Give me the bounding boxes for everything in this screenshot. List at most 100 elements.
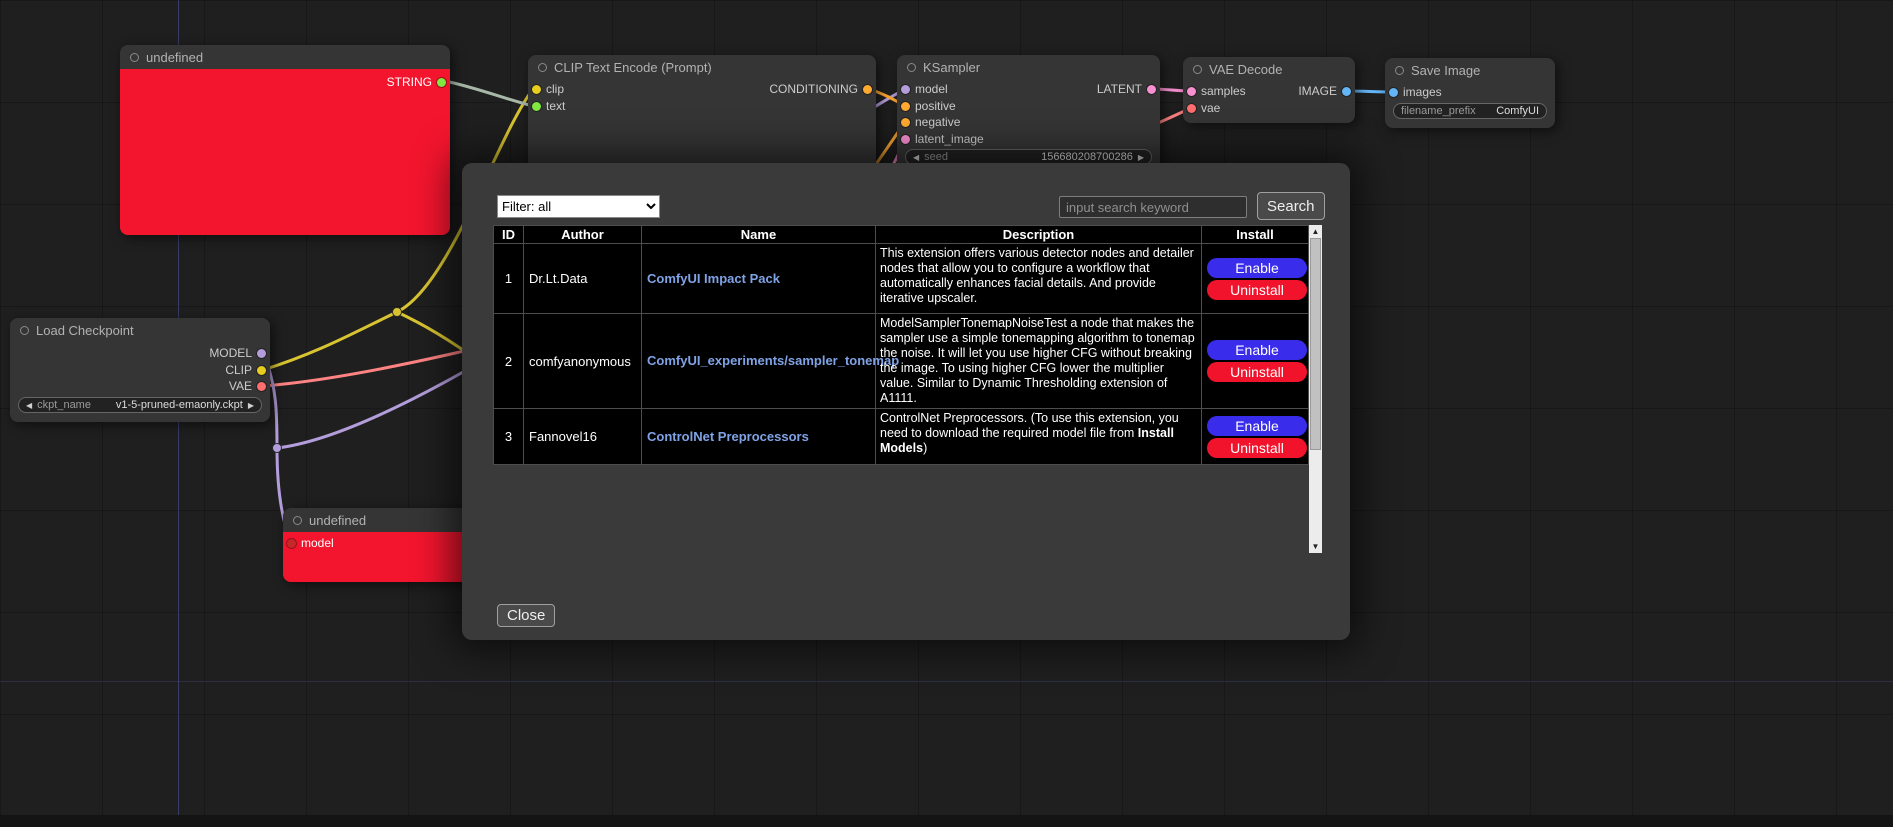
output-slot-conditioning[interactable]: CONDITIONING xyxy=(769,81,872,97)
filter-select[interactable]: Filter: all xyxy=(497,195,660,218)
node-title-bar[interactable]: Load Checkpoint xyxy=(10,318,270,342)
slot-label: negative xyxy=(915,115,960,129)
string-port-icon[interactable] xyxy=(532,102,541,111)
clip-port-icon[interactable] xyxy=(257,366,266,375)
node-title: undefined xyxy=(309,513,366,528)
conditioning-port-icon[interactable] xyxy=(863,85,872,94)
input-slot-model[interactable]: model xyxy=(287,535,334,551)
latent-port-icon[interactable] xyxy=(1187,87,1196,96)
seed-increment-icon[interactable]: ▶ xyxy=(1138,153,1144,162)
collapse-dot-icon[interactable] xyxy=(293,516,302,525)
wire-string xyxy=(445,81,533,106)
conditioning-port-icon[interactable] xyxy=(901,118,910,127)
widget-value: v1-5-pruned-emaonly.ckpt xyxy=(116,399,243,411)
row-description: This extension offers various detector n… xyxy=(876,244,1202,314)
search-button[interactable]: Search xyxy=(1257,192,1325,220)
conditioning-port-icon[interactable] xyxy=(901,102,910,111)
uninstall-button[interactable]: Uninstall xyxy=(1207,280,1307,300)
output-slot-clip[interactable]: CLIP xyxy=(225,362,266,378)
input-slot-negative[interactable]: negative xyxy=(901,114,960,130)
string-port-icon[interactable] xyxy=(437,78,446,87)
collapse-dot-icon[interactable] xyxy=(20,326,29,335)
scrollbar-thumb[interactable] xyxy=(1310,238,1321,450)
image-port-icon[interactable] xyxy=(1389,88,1398,97)
node-title-bar[interactable]: Save Image xyxy=(1385,58,1555,82)
close-button[interactable]: Close xyxy=(497,604,555,627)
node-clip-text-encode[interactable]: CLIP Text Encode (Prompt) clip text COND… xyxy=(528,55,876,175)
output-slot-string[interactable]: STRING xyxy=(387,74,446,90)
model-port-icon[interactable] xyxy=(901,85,910,94)
node-ksampler[interactable]: KSampler model positive negative latent_… xyxy=(897,55,1160,170)
output-slot-latent[interactable]: LATENT xyxy=(1097,81,1156,97)
image-port-icon[interactable] xyxy=(1342,87,1351,96)
model-port-icon[interactable] xyxy=(287,539,296,548)
input-slot-clip[interactable]: clip xyxy=(532,81,564,97)
seed-decrement-icon[interactable]: ◀ xyxy=(913,153,919,162)
latent-port-icon[interactable] xyxy=(901,135,910,144)
slot-label: MODEL xyxy=(209,346,252,360)
collapse-dot-icon[interactable] xyxy=(1395,66,1404,75)
input-slot-model[interactable]: model xyxy=(901,81,948,97)
node-title-bar[interactable]: undefined xyxy=(283,508,473,532)
node-title: undefined xyxy=(146,50,203,65)
enable-button[interactable]: Enable xyxy=(1207,416,1307,436)
node-vae-decode[interactable]: VAE Decode samples vae IMAGE xyxy=(1183,57,1355,123)
collapse-dot-icon[interactable] xyxy=(907,63,916,72)
input-slot-images[interactable]: images xyxy=(1389,84,1442,100)
table-scrollbar[interactable]: ▲ ▼ xyxy=(1309,225,1322,553)
uninstall-button[interactable]: Uninstall xyxy=(1207,438,1307,458)
node-title: KSampler xyxy=(923,60,980,75)
widget-name: seed xyxy=(924,151,948,163)
node-body: STRING xyxy=(120,69,450,235)
clip-port-icon[interactable] xyxy=(532,85,541,94)
ckpt-name-widget[interactable]: ◀ ckpt_name v1-5-pruned-emaonly.ckpt ▶ xyxy=(18,397,262,413)
node-title-bar[interactable]: KSampler xyxy=(897,55,1160,79)
node-body: model xyxy=(283,532,473,582)
widget-value: ComfyUI xyxy=(1496,105,1539,117)
vae-port-icon[interactable] xyxy=(1187,104,1196,113)
input-slot-text[interactable]: text xyxy=(532,98,565,114)
uninstall-button[interactable]: Uninstall xyxy=(1207,362,1307,382)
slot-label: samples xyxy=(1201,84,1246,98)
extension-link[interactable]: ControlNet Preprocessors xyxy=(647,429,809,444)
table-header-row: IDAuthorNameDescriptionInstall xyxy=(494,226,1309,244)
output-slot-image[interactable]: IMAGE xyxy=(1298,83,1351,99)
filename-prefix-widget[interactable]: filename_prefix ComfyUI xyxy=(1393,103,1547,119)
extension-link[interactable]: ComfyUI_experiments/sampler_tonemap xyxy=(647,353,899,368)
row-description: ModelSamplerTonemapNoiseTest a node that… xyxy=(876,314,1202,409)
slot-label: positive xyxy=(915,99,956,113)
enable-button[interactable]: Enable xyxy=(1207,258,1307,278)
row-description: ControlNet Preprocessors. (To use this e… xyxy=(876,409,1202,465)
slot-label: clip xyxy=(546,82,564,96)
input-slot-latent-image[interactable]: latent_image xyxy=(901,131,984,147)
node-undefined-top[interactable]: undefined STRING xyxy=(120,45,450,235)
extension-link[interactable]: ComfyUI Impact Pack xyxy=(647,271,780,286)
input-slot-vae[interactable]: vae xyxy=(1187,100,1220,116)
node-title: CLIP Text Encode (Prompt) xyxy=(554,60,712,75)
collapse-dot-icon[interactable] xyxy=(1193,65,1202,74)
reroute-dot-clip xyxy=(393,308,402,317)
node-title-bar[interactable]: CLIP Text Encode (Prompt) xyxy=(528,55,876,79)
collapse-dot-icon[interactable] xyxy=(130,53,139,62)
scroll-up-icon[interactable]: ▲ xyxy=(1309,225,1322,238)
node-undefined-bottom[interactable]: undefined model xyxy=(283,508,473,582)
ckpt-prev-icon[interactable]: ◀ xyxy=(26,401,32,410)
output-slot-model[interactable]: MODEL xyxy=(209,345,266,361)
scroll-down-icon[interactable]: ▼ xyxy=(1309,540,1322,553)
collapse-dot-icon[interactable] xyxy=(538,63,547,72)
node-title-bar[interactable]: undefined xyxy=(120,45,450,69)
ckpt-next-icon[interactable]: ▶ xyxy=(248,401,254,410)
latent-port-icon[interactable] xyxy=(1147,85,1156,94)
input-slot-samples[interactable]: samples xyxy=(1187,83,1246,99)
search-input[interactable] xyxy=(1059,196,1247,218)
enable-button[interactable]: Enable xyxy=(1207,340,1307,360)
row-name: ComfyUI Impact Pack xyxy=(642,244,876,314)
model-port-icon[interactable] xyxy=(257,349,266,358)
table-body: 1Dr.Lt.DataComfyUI Impact PackThis exten… xyxy=(494,244,1309,465)
node-save-image[interactable]: Save Image images filename_prefix ComfyU… xyxy=(1385,58,1555,128)
input-slot-positive[interactable]: positive xyxy=(901,98,956,114)
node-title-bar[interactable]: VAE Decode xyxy=(1183,57,1355,81)
vae-port-icon[interactable] xyxy=(257,382,266,391)
output-slot-vae[interactable]: VAE xyxy=(229,378,266,394)
node-load-checkpoint[interactable]: Load Checkpoint MODEL CLIP VAE ◀ ckpt_na… xyxy=(10,318,270,422)
